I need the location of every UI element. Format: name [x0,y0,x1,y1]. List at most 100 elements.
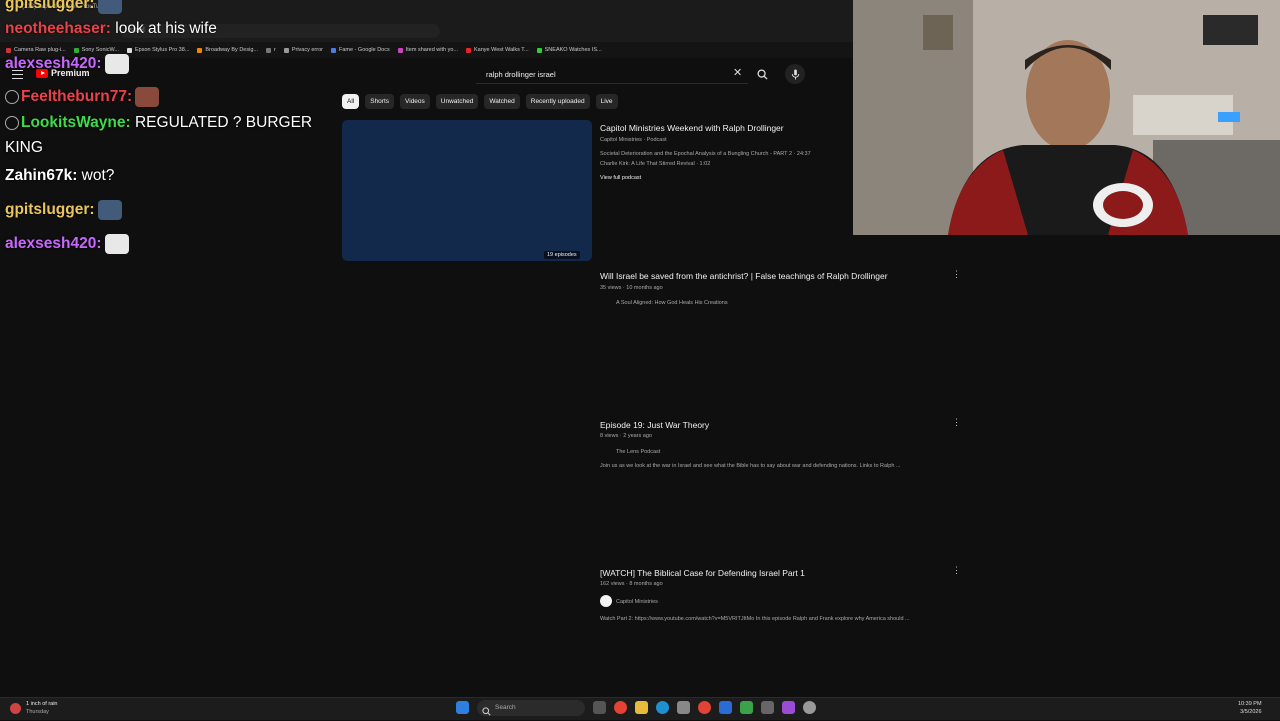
chat-message: neotheehaser: look at his wife [5,20,217,38]
clock-date: 3/5/2026 [1240,709,1262,715]
chip-shorts[interactable]: Shorts [365,94,395,109]
browser-icon[interactable] [698,701,711,714]
weather-title: 1 inch of rain [26,701,58,707]
emote-icon [104,234,129,254]
app-icon[interactable] [719,701,732,714]
weather-icon [10,702,21,714]
chip-videos[interactable]: Videos [400,94,430,109]
chat-username: Feeltheburn77: [21,88,133,106]
podcast-channel[interactable]: Capitol Ministries · Podcast [600,137,667,143]
video-meta: 35 views · 10 months ago [600,285,663,291]
podcast-thumbnail[interactable] [342,120,592,261]
chip-unwatched[interactable]: Unwatched [435,94,479,109]
bookmark-label: Item shared with yo... [405,47,459,53]
store-icon[interactable] [677,701,690,714]
chip-recently-uploaded[interactable]: Recently uploaded [525,94,590,109]
weather-subtitle: Thursday [26,709,49,715]
windows-start-icon[interactable] [456,701,469,714]
video-meta: 8 views · 2 years ago [600,433,652,439]
video-description: Watch Part 2: https://www.youtube.com/wa… [600,616,910,622]
webcam-image [853,0,1280,235]
taskbar-search[interactable]: Search [477,700,585,716]
search-button[interactable] [751,64,773,84]
chat-text: REGULATED ? BURGER [134,114,313,131]
search-input[interactable]: ralph drollinger israel [476,64,748,84]
video-channel[interactable]: A Soul Aligned: How God Heals His Creati… [616,300,728,306]
podcast-episode[interactable]: Societal Deterioration and the Epochal A… [600,151,811,157]
emote-icon [135,87,160,107]
task-view-icon[interactable] [593,701,606,714]
chat-message: alexsesh420: [5,234,129,254]
system-clock[interactable]: 10:39 PM 3/5/2026 [1238,700,1262,716]
chat-message: gpitslugger: [5,0,122,14]
bookmark-label: Kanye West Walks T... [474,47,529,53]
episodes-badge: 19 episodes [544,251,580,259]
video-title[interactable]: [WATCH] The Biblical Case for Defending … [600,568,805,578]
xbox-icon[interactable] [740,701,753,714]
emote-icon [97,200,122,220]
clock-time: 10:39 PM [1238,701,1262,707]
video-title[interactable]: Will Israel be saved from the antichrist… [600,271,888,281]
messenger-icon[interactable] [782,701,795,714]
chat-message: KING [5,139,43,157]
more-vert-icon[interactable]: ⋮ [952,566,961,575]
clear-icon[interactable]: ✕ [733,68,742,79]
search-icon [482,703,491,721]
chat-username: Zahin67k: [5,167,78,184]
bookmark-item[interactable]: SNEAKO Watches IS... [536,47,602,53]
more-vert-icon[interactable]: ⋮ [952,418,961,427]
chat-badge-icon [5,115,19,130]
chat-username: LookitsWayne: [21,114,131,131]
emote-icon [104,54,129,74]
chat-message: LookitsWayne: REGULATED ? BURGER [5,114,312,132]
emote-icon [97,0,122,14]
chip-watched[interactable]: Watched [484,94,520,109]
bookmark-item[interactable]: Item shared with yo... [397,47,459,53]
chip-live[interactable]: Live [595,94,618,109]
chat-username: alexsesh420: [5,55,102,73]
bookmark-label: Fame - Google Docs [338,47,390,53]
video-channel[interactable]: The Lens Podcast [616,449,660,455]
bookmark-favicon-icon [397,47,403,53]
chat-message: Zahin67k: wot? [5,167,114,185]
search-icon [756,68,768,80]
chat-text: wot? [81,167,115,184]
bookmark-item[interactable]: Kanye West Walks T... [466,47,529,53]
video-title[interactable]: Episode 19: Just War Theory [600,420,709,430]
video-description: Join us as we look at the war in Israel … [600,463,901,469]
stream-chat-overlay: gpitslugger: neotheehaser: look at his w… [0,0,340,260]
taskbar-icons [456,701,469,714]
chat-message: gpitslugger: [5,200,122,220]
chat-text: KING [5,139,43,156]
weather-widget[interactable]: 1 inch of rain Thursday [10,700,58,716]
webcam-overlay [853,0,1280,235]
photo-app-icon[interactable] [761,701,774,714]
chat-message: alexsesh420: [5,54,129,74]
edge-icon[interactable] [656,701,669,714]
chat-username: gpitslugger: [5,201,95,219]
chat-username: alexsesh420: [5,235,102,253]
chat-username: neotheehaser: [5,20,111,37]
chat-username: gpitslugger: [5,0,95,13]
bookmark-favicon-icon [466,47,472,53]
channel-avatar[interactable] [600,595,612,607]
chrome-icon[interactable] [614,701,627,714]
view-full-podcast-link[interactable]: View full podcast [600,175,641,181]
podcast-title[interactable]: Capitol Ministries Weekend with Ralph Dr… [600,123,784,133]
bookmark-label: SNEAKO Watches IS... [544,47,602,53]
file-explorer-icon[interactable] [635,701,648,714]
chat-message: Feeltheburn77: [5,87,160,107]
bookmark-favicon-icon [536,47,542,53]
settings-app-icon[interactable] [803,701,816,714]
voice-search-button[interactable] [785,64,805,84]
pinned-apps [593,701,816,714]
filter-chips: All Shorts Videos Unwatched Watched Rece… [342,94,618,109]
video-meta: 162 views · 8 months ago [600,581,663,587]
chip-all[interactable]: All [342,94,360,109]
mic-icon [791,68,799,80]
chat-badge-icon [5,90,19,104]
chat-text: look at his wife [115,20,217,37]
podcast-episode[interactable]: Charlie Kirk: A Life That Stirred Reviva… [600,161,710,167]
more-vert-icon[interactable]: ⋮ [952,270,961,279]
video-channel[interactable]: Capitol Ministries [616,599,658,605]
